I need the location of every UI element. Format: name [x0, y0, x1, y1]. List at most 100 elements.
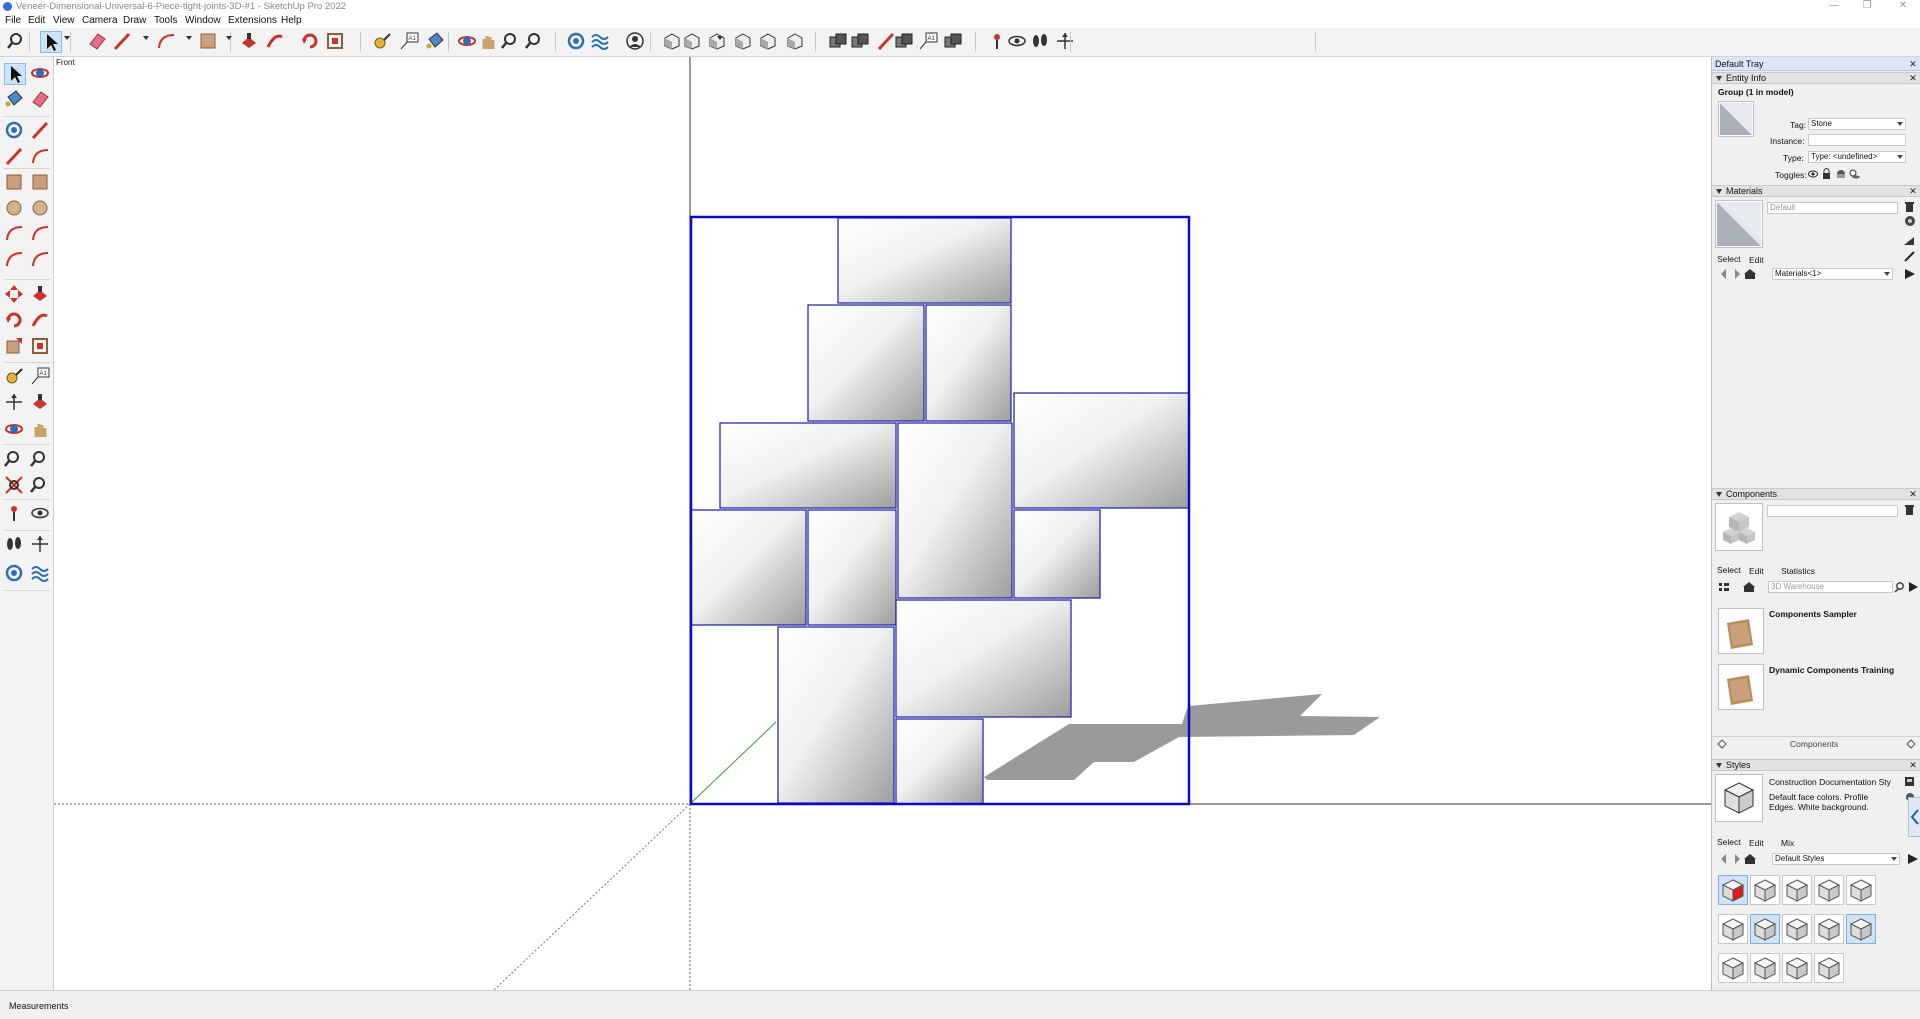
styles-tab-mix[interactable]: Mix	[1781, 838, 1794, 848]
pencil-tool-button[interactable]	[112, 31, 134, 53]
front-view-tool-button[interactable]	[707, 31, 729, 53]
scale-21-tool-button[interactable]	[4, 336, 26, 358]
arc-14-tool-button[interactable]	[30, 223, 52, 245]
dropdown-arrow-icon[interactable]	[64, 36, 70, 40]
push-26-tool-button[interactable]	[30, 392, 52, 414]
monochrome-tool-button[interactable]	[943, 31, 965, 53]
component-sampler-thumb[interactable]	[1718, 608, 1764, 654]
dropdown-arrow-icon[interactable]	[226, 36, 232, 40]
styles-header[interactable]: Styles	[1712, 759, 1920, 771]
zoom-29-tool-button[interactable]	[4, 449, 26, 471]
axes-36-tool-button[interactable]	[30, 534, 52, 556]
pencil-6-tool-button[interactable]	[30, 120, 52, 142]
menu-camera[interactable]: Camera	[82, 14, 118, 27]
left-view-tool-button[interactable]	[785, 31, 807, 53]
styles-tab-edit[interactable]: Edit	[1749, 838, 1764, 848]
components-tab-edit[interactable]: Edit	[1749, 566, 1764, 576]
entity-info-header[interactable]: Entity Info	[1712, 72, 1920, 84]
eye-34-tool-button[interactable]	[30, 503, 52, 525]
materials-close-icon[interactable]: ✕	[1908, 186, 1918, 196]
move-17-tool-button[interactable]	[4, 284, 26, 306]
materials-library-select[interactable]: Materials<1>	[1772, 268, 1893, 280]
type-select[interactable]: Type: <undefined>	[1808, 151, 1906, 163]
position-camera-tool-button[interactable]	[987, 31, 1009, 53]
rectangle-9-tool-button[interactable]	[4, 172, 26, 194]
style-thumbnail[interactable]	[1718, 875, 1748, 905]
expand-icon[interactable]	[1717, 739, 1727, 749]
menu-extensions[interactable]: Extensions	[228, 14, 277, 27]
stone-piece[interactable]	[895, 718, 984, 805]
stone-piece[interactable]	[837, 217, 1012, 304]
materials-nav-icons[interactable]	[1720, 268, 1756, 280]
orbit-tool-button[interactable]	[457, 31, 479, 53]
back-view-tool-button[interactable]	[758, 31, 780, 53]
tag-select[interactable]: Stone	[1808, 118, 1906, 130]
components-nav-icons[interactable]	[1718, 581, 1768, 593]
user-tool-button[interactable]	[625, 31, 647, 53]
stone-piece[interactable]	[719, 422, 897, 509]
component-item-sampler[interactable]: Components Sampler	[1769, 609, 1857, 619]
walk-35-tool-button[interactable]	[4, 534, 26, 556]
pan-tool-button[interactable]	[478, 31, 500, 53]
style-thumbnail[interactable]	[1750, 875, 1780, 905]
entity-info-close-icon[interactable]: ✕	[1908, 73, 1918, 83]
components-tab-select[interactable]: Select	[1717, 565, 1741, 575]
toggle-icons[interactable]	[1808, 168, 1868, 180]
menu-draw[interactable]: Draw	[123, 14, 146, 27]
tray-close-icon[interactable]: ✕	[1908, 59, 1918, 69]
materials-header[interactable]: Materials	[1712, 185, 1920, 197]
look-around-tool-button[interactable]	[1007, 31, 1029, 53]
styles-close-icon[interactable]: ✕	[1908, 760, 1918, 770]
stone-piece[interactable]	[807, 509, 897, 626]
tag-tool-button[interactable]	[590, 31, 612, 53]
orbit-27-tool-button[interactable]	[4, 419, 26, 441]
offset-22-tool-button[interactable]	[30, 336, 52, 358]
close-window-button[interactable]: ✕	[1893, 0, 1913, 13]
follow-me-tool-button[interactable]	[265, 31, 287, 53]
dropdown-arrow-icon[interactable]	[717, 36, 723, 40]
paint-bucket-tool-button[interactable]	[425, 31, 447, 53]
text-tool-button[interactable]: A1	[399, 31, 421, 53]
push-pull-tool-button[interactable]	[239, 31, 261, 53]
stone-piece[interactable]	[925, 304, 1012, 422]
offset-tool-button[interactable]	[325, 31, 347, 53]
style-thumbnail[interactable]	[1782, 875, 1812, 905]
rotate-tool-button[interactable]	[300, 31, 322, 53]
style-thumbnail[interactable]	[1846, 875, 1876, 905]
circle-11-tool-button[interactable]	[4, 198, 26, 220]
details-arrow-icon[interactable]	[1903, 267, 1917, 281]
material-side-icons[interactable]	[1903, 201, 1917, 249]
styles-library-select[interactable]: Default Styles	[1772, 853, 1900, 865]
dropdown-arrow-icon[interactable]	[186, 36, 192, 40]
rectangle-tool-button[interactable]	[198, 31, 220, 53]
components-close-icon[interactable]: ✕	[1908, 489, 1918, 499]
components-header[interactable]: Components	[1712, 488, 1920, 500]
zoom-30-tool-button[interactable]	[30, 449, 52, 471]
menu-view[interactable]: View	[53, 14, 75, 27]
eyedropper-icon[interactable]	[1903, 249, 1917, 263]
components-tab-statistics[interactable]: Statistics	[1781, 566, 1815, 576]
details-arrow-icon[interactable]	[1907, 581, 1919, 593]
freehand-8-tool-button[interactable]	[30, 146, 52, 168]
section-5-tool-button[interactable]	[4, 120, 26, 142]
walk-tool-button[interactable]	[1030, 31, 1052, 53]
stone-piece[interactable]	[807, 304, 925, 422]
minimize-button[interactable]: —	[1824, 0, 1844, 13]
select-1-tool-button[interactable]	[4, 63, 26, 85]
stone-piece[interactable]	[777, 626, 895, 804]
tag-38-tool-button[interactable]	[30, 563, 52, 585]
style-thumbnail[interactable]	[1814, 914, 1844, 944]
style-thumbnail[interactable]	[1750, 914, 1780, 944]
material-name-input[interactable]: Default	[1767, 202, 1898, 214]
zoom-tool-button[interactable]	[501, 31, 523, 53]
style-name[interactable]: Construction Documentation Sty	[1769, 777, 1897, 787]
section-plane-tool-button[interactable]	[566, 31, 588, 53]
right-view-tool-button[interactable]	[733, 31, 755, 53]
stone-piece[interactable]	[1013, 509, 1101, 599]
iso-view-tool-button[interactable]	[662, 31, 684, 53]
text-24-tool-button[interactable]: A1	[30, 366, 52, 388]
axes-tool-button[interactable]	[1055, 31, 1077, 53]
menu-help[interactable]: Help	[281, 14, 302, 27]
warehouse-search-input[interactable]: 3D Warehouse	[1768, 581, 1893, 593]
extents-31-tool-button[interactable]	[4, 475, 26, 497]
